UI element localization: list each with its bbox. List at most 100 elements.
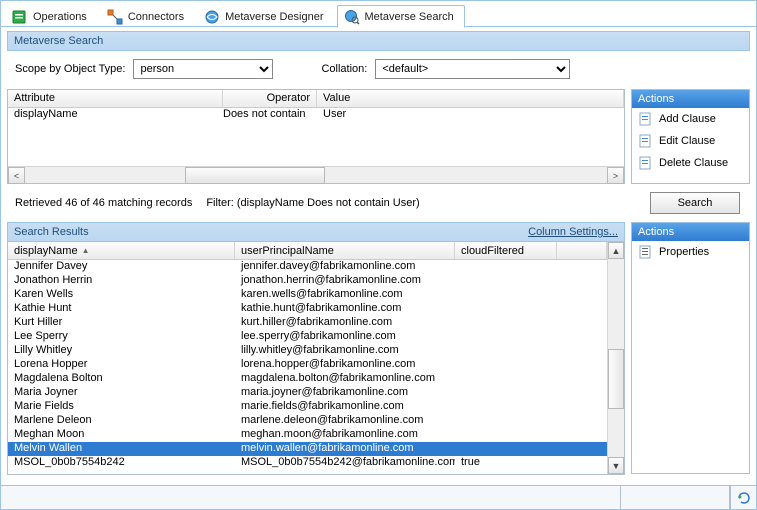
scope-select[interactable]: person <box>133 59 273 79</box>
scroll-down-icon[interactable]: ▼ <box>608 457 624 474</box>
cell-upn: jonathon.herrin@fabrikamonline.com <box>235 274 455 288</box>
cell-upn: lilly.whitley@fabrikamonline.com <box>235 344 455 358</box>
actions-title: Actions <box>632 223 749 241</box>
col-operator[interactable]: Operator <box>223 90 317 107</box>
cell-displayname: Lee Sperry <box>8 330 235 344</box>
section-title: Metaverse Search <box>7 31 750 51</box>
cell-upn: jennifer.davey@fabrikamonline.com <box>235 260 455 274</box>
tab-metaverse-search[interactable]: Metaverse Search <box>337 5 465 28</box>
cell-upn: magdalena.bolton@fabrikamonline.com <box>235 372 455 386</box>
cell-upn: melvin.wallen@fabrikamonline.com <box>235 442 455 456</box>
cell-cloudfiltered <box>455 288 557 302</box>
table-row[interactable]: Magdalena Boltonmagdalena.bolton@fabrika… <box>8 372 607 386</box>
col-displayname[interactable]: displayName ▲ <box>8 242 235 259</box>
cell-displayname: Maria Joyner <box>8 386 235 400</box>
filter-grid: Attribute Operator Value displayNameDoes… <box>7 89 625 184</box>
filter-row[interactable]: displayNameDoes not containUser <box>8 108 624 123</box>
scroll-up-icon[interactable]: ▲ <box>608 242 624 259</box>
table-row[interactable]: Maria Joynermaria.joyner@fabrikamonline.… <box>8 386 607 400</box>
operations-icon <box>12 9 28 25</box>
cell-displayname: Lilly Whitley <box>8 344 235 358</box>
results-grid: displayName ▲ userPrincipalName cloudFil… <box>7 242 625 475</box>
refresh-button[interactable] <box>730 486 756 509</box>
cell-cloudfiltered <box>455 344 557 358</box>
tab-operations[interactable]: Operations <box>5 5 98 28</box>
cell-cloudfiltered <box>455 330 557 344</box>
col-userprincipalname[interactable]: userPrincipalName <box>235 242 455 259</box>
scroll-left-icon[interactable]: < <box>8 167 25 184</box>
table-row[interactable]: Melvin Wallenmelvin.wallen@fabrikamonlin… <box>8 442 607 456</box>
cell-displayname: Jonathon Herrin <box>8 274 235 288</box>
search-button[interactable]: Search <box>650 192 740 214</box>
cell-upn: marie.fields@fabrikamonline.com <box>235 400 455 414</box>
tab-connectors[interactable]: Connectors <box>100 5 195 28</box>
action-add-clause[interactable]: Add Clause <box>632 108 749 130</box>
refresh-icon <box>736 490 752 506</box>
tab-label: Metaverse Designer <box>225 11 323 23</box>
action-label: Properties <box>659 246 709 258</box>
cell-value: User <box>317 108 624 123</box>
tab-metaverse-designer[interactable]: Metaverse Designer <box>197 5 334 28</box>
cell-cloudfiltered <box>455 372 557 386</box>
cell-displayname: Melvin Wallen <box>8 442 235 456</box>
cell-displayname: Magdalena Bolton <box>8 372 235 386</box>
collation-select[interactable]: <default> <box>375 59 570 79</box>
cell-attribute: displayName <box>8 108 223 123</box>
action-properties[interactable]: Properties <box>632 241 749 263</box>
cell-displayname: Meghan Moon <box>8 428 235 442</box>
clause-icon <box>638 155 654 171</box>
table-row[interactable]: Marlene Deleonmarlene.deleon@fabrikamonl… <box>8 414 607 428</box>
table-row[interactable]: Kathie Huntkathie.hunt@fabrikamonline.co… <box>8 302 607 316</box>
col-cloudfiltered[interactable]: cloudFiltered <box>455 242 557 259</box>
table-row[interactable]: Meghan Moonmeghan.moon@fabrikamonline.co… <box>8 428 607 442</box>
tab-label: Metaverse Search <box>365 11 454 23</box>
scroll-right-icon[interactable]: > <box>607 167 624 184</box>
results-title: Search Results <box>14 226 89 238</box>
cell-displayname: Kurt Hiller <box>8 316 235 330</box>
action-delete-clause[interactable]: Delete Clause <box>632 152 749 174</box>
cell-cloudfiltered <box>455 358 557 372</box>
cell-displayname: Kathie Hunt <box>8 302 235 316</box>
cell-upn: kathie.hunt@fabrikamonline.com <box>235 302 455 316</box>
cell-displayname: Marie Fields <box>8 400 235 414</box>
column-settings-link[interactable]: Column Settings... <box>528 226 618 238</box>
action-label: Delete Clause <box>659 157 728 169</box>
table-row[interactable]: MSOL_0b0b7554b242MSOL_0b0b7554b242@fabri… <box>8 456 607 470</box>
table-row[interactable]: Lilly Whitleylilly.whitley@fabrikamonlin… <box>8 344 607 358</box>
table-row[interactable]: Jonathon Herrinjonathon.herrin@fabrikamo… <box>8 274 607 288</box>
col-value[interactable]: Value <box>317 90 624 107</box>
filter-hscroll[interactable]: < > <box>8 166 624 183</box>
cell-upn: maria.joyner@fabrikamonline.com <box>235 386 455 400</box>
search-globe-icon <box>344 9 360 25</box>
sort-asc-icon: ▲ <box>82 246 90 255</box>
collation-label: Collation: <box>321 63 367 75</box>
cell-displayname: MSOL_0b0b7554b242 <box>8 456 235 470</box>
table-row[interactable]: Marie Fieldsmarie.fields@fabrikamonline.… <box>8 400 607 414</box>
table-row[interactable]: Karen Wellskaren.wells@fabrikamonline.co… <box>8 288 607 302</box>
actions-panel-bottom: Actions Properties <box>631 222 750 474</box>
cell-cloudfiltered <box>455 400 557 414</box>
cell-upn: marlene.deleon@fabrikamonline.com <box>235 414 455 428</box>
table-row[interactable]: Lee Sperrylee.sperry@fabrikamonline.com <box>8 330 607 344</box>
table-row[interactable]: Lorena Hopperlorena.hopper@fabrikamonlin… <box>8 358 607 372</box>
clause-icon <box>638 111 654 127</box>
results-vscroll[interactable]: ▲ ▼ <box>607 242 624 474</box>
cell-displayname: Lorena Hopper <box>8 358 235 372</box>
tab-label: Connectors <box>128 11 184 23</box>
scope-label: Scope by Object Type: <box>15 63 125 75</box>
cell-cloudfiltered <box>455 442 557 456</box>
retrieved-status: Retrieved 46 of 46 matching records <box>15 197 192 209</box>
cell-upn: lorena.hopper@fabrikamonline.com <box>235 358 455 372</box>
tab-bar: Operations Connectors Metaverse Designer… <box>1 1 756 27</box>
cell-cloudfiltered <box>455 302 557 316</box>
table-row[interactable]: Kurt Hillerkurt.hiller@fabrikamonline.co… <box>8 316 607 330</box>
table-row[interactable]: Jennifer Daveyjennifer.davey@fabrikamonl… <box>8 260 607 274</box>
cell-upn: lee.sperry@fabrikamonline.com <box>235 330 455 344</box>
action-edit-clause[interactable]: Edit Clause <box>632 130 749 152</box>
col-attribute[interactable]: Attribute <box>8 90 223 107</box>
cell-displayname: Jennifer Davey <box>8 260 235 274</box>
status-bar <box>1 485 756 509</box>
cell-cloudfiltered <box>455 274 557 288</box>
cell-cloudfiltered <box>455 414 557 428</box>
cell-cloudfiltered <box>455 316 557 330</box>
